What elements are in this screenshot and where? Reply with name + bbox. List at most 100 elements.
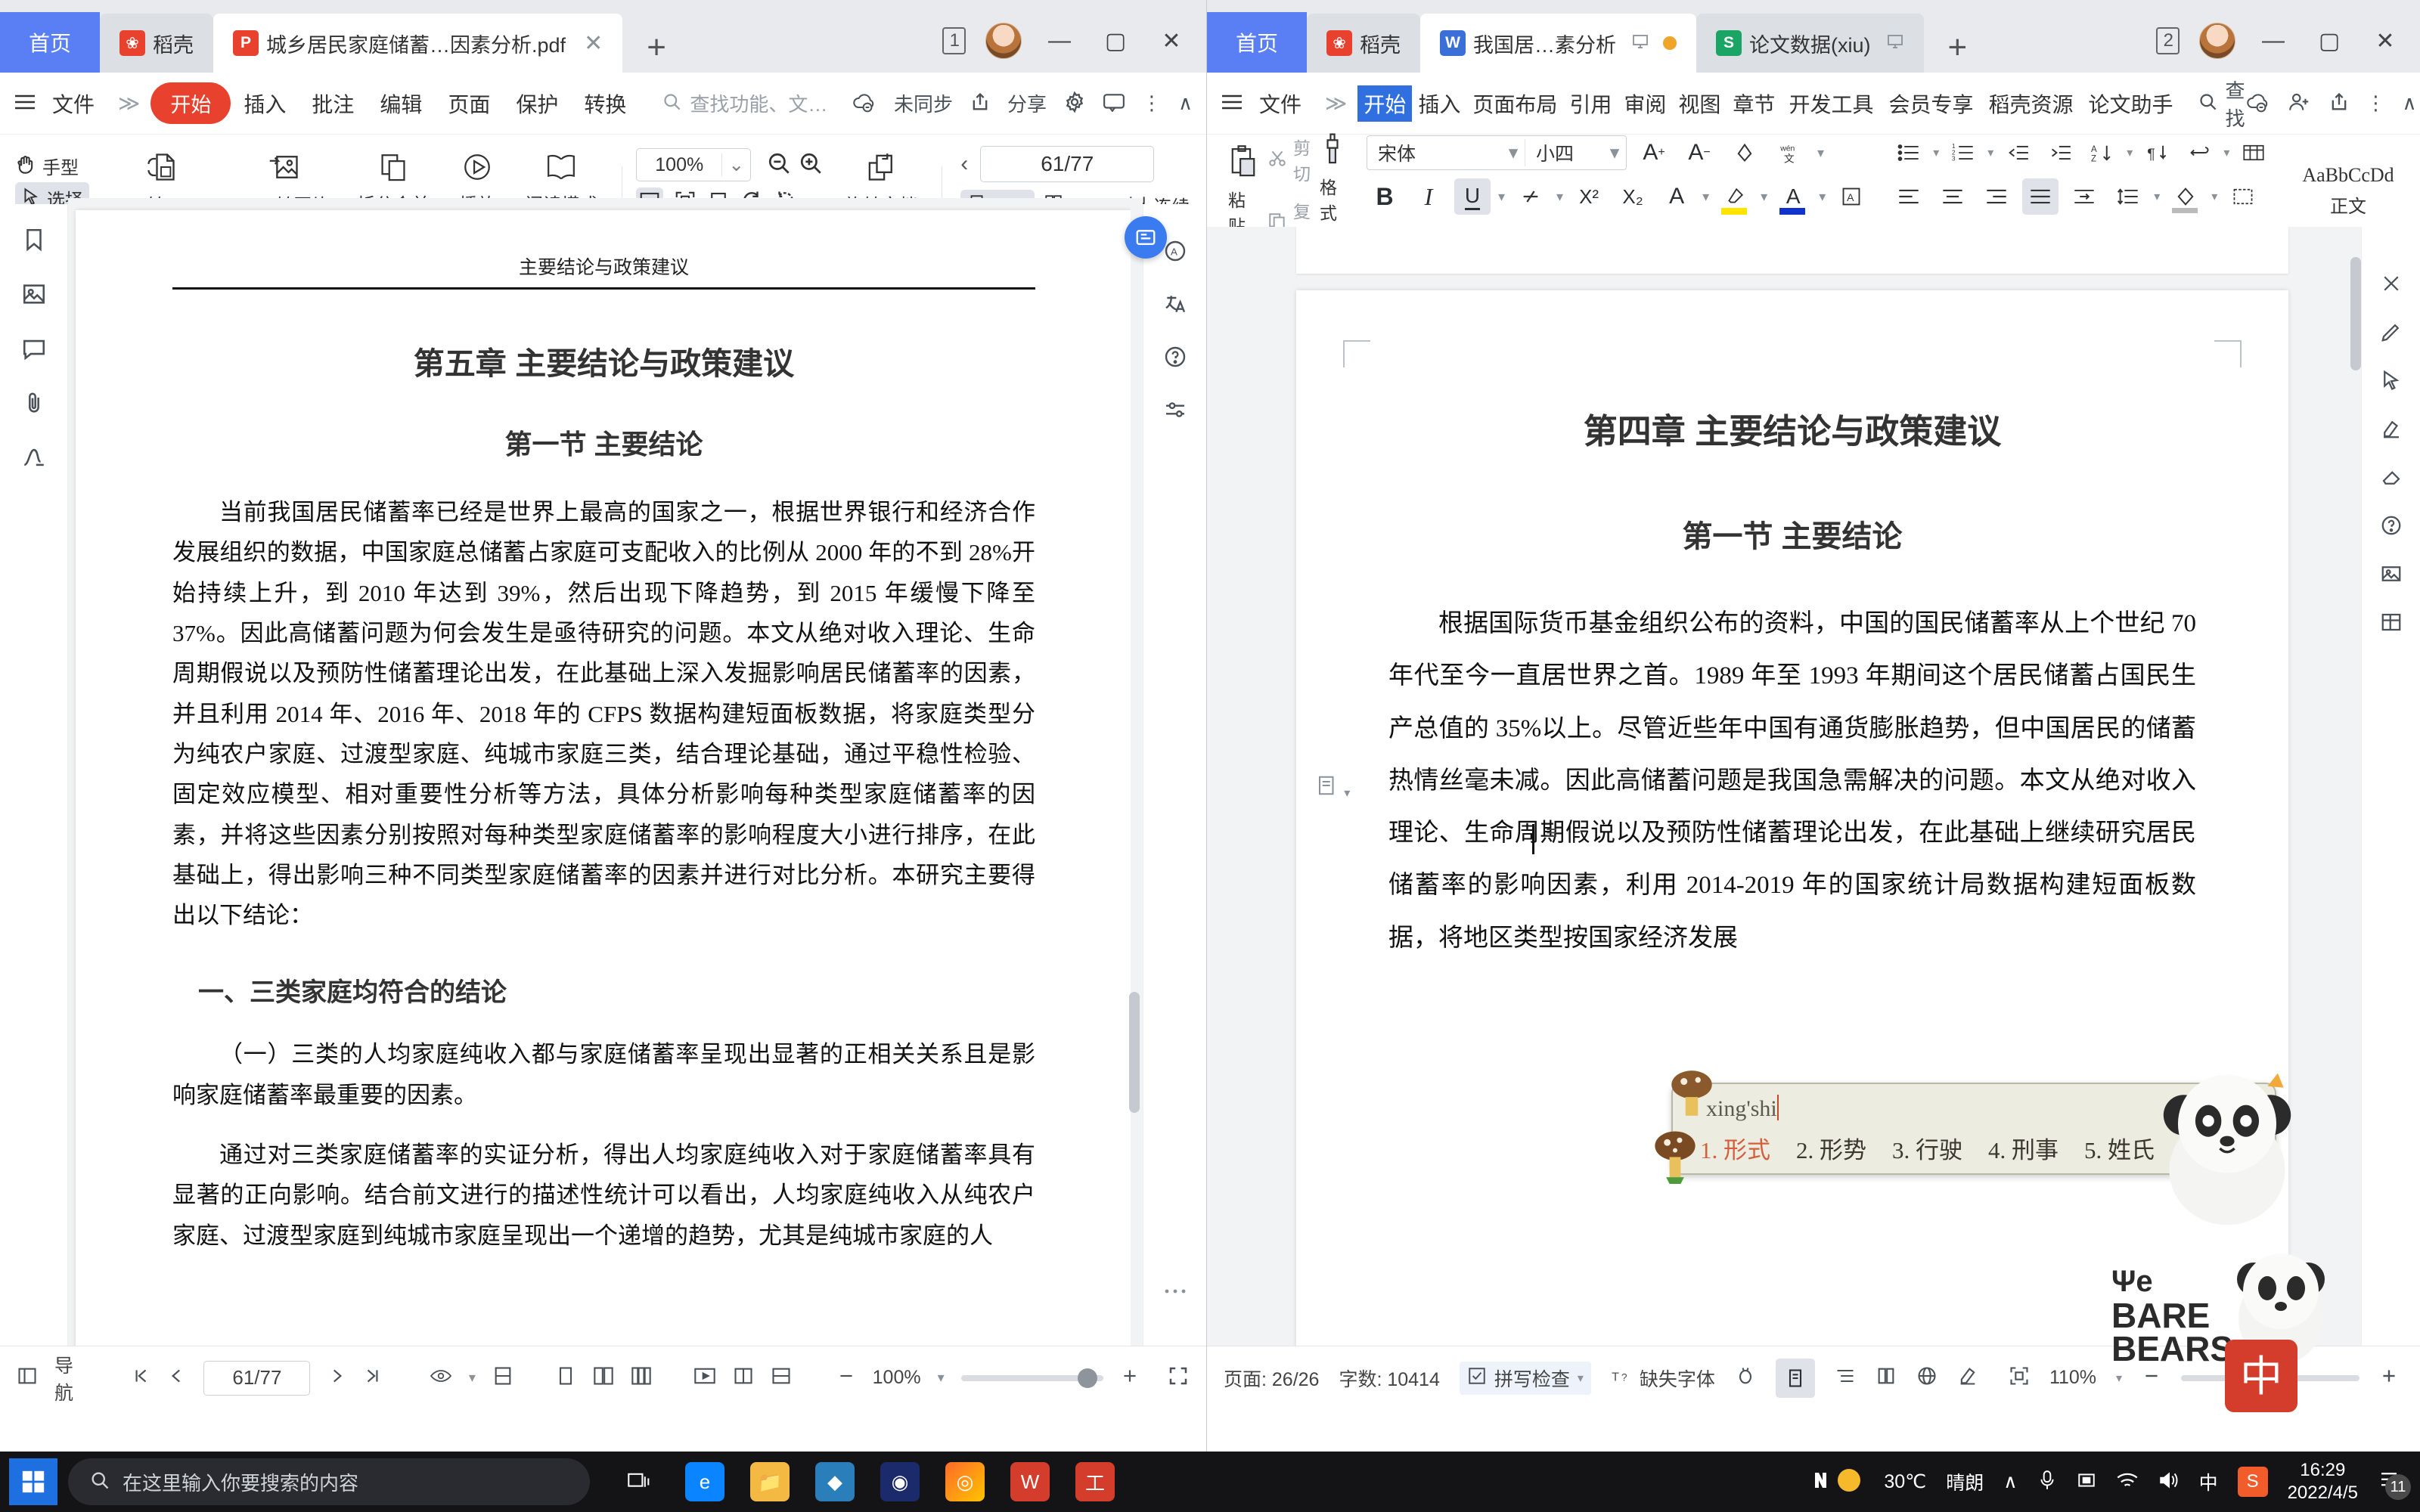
page-layout-grid-icon[interactable] (631, 1365, 652, 1390)
pdf-menu-protect[interactable]: 保护 (503, 88, 571, 119)
attachment-icon[interactable] (21, 390, 47, 419)
word-missing-font[interactable]: T? 缺失字体 (1611, 1365, 1715, 1392)
pdf-zoom-slider-knob[interactable] (1077, 1368, 1097, 1388)
word-menu-dev-tools[interactable]: 开发工具 (1781, 88, 1881, 119)
word-menu-thesis-helper[interactable]: 论文助手 (2080, 88, 2180, 119)
zoom-out-status-icon[interactable] (836, 1366, 856, 1390)
bold-button[interactable]: B (1367, 178, 1403, 215)
highlighter-icon[interactable] (2380, 417, 2403, 443)
blue-app-icon[interactable]: ◆ (815, 1462, 855, 1501)
pdf-menu-convert[interactable]: 转换 (571, 88, 639, 119)
next-page-status-icon[interactable] (327, 1366, 346, 1390)
bookmark-icon[interactable] (21, 227, 47, 256)
wps-work-taskbar-icon[interactable]: 工 (1075, 1462, 1115, 1501)
superscript-button[interactable]: X² (1571, 178, 1607, 215)
pdf-search-box[interactable]: 查找功能、文… (639, 89, 827, 117)
print-layout-view-icon[interactable] (1775, 1358, 1815, 1398)
help-icon[interactable] (2380, 514, 2403, 540)
page-layout-double-icon[interactable] (593, 1365, 614, 1390)
pdf-floating-tool-button[interactable] (1125, 216, 1167, 259)
ime-candidate-2[interactable]: 2. 形势 (1796, 1131, 1866, 1165)
share-icon[interactable] (2328, 91, 2350, 116)
pdf-minimize-button[interactable]: — (1041, 28, 1078, 54)
align-left-icon[interactable] (1891, 178, 1927, 215)
pdf-menu-expand-icon[interactable]: ≫ (107, 91, 150, 116)
word-tab-docer[interactable]: ❀ 稻壳 (1307, 14, 1421, 73)
word-menu-view[interactable]: 视图 (1672, 88, 1727, 119)
word-tab-home[interactable]: 首页 (1207, 12, 1308, 73)
task-view-icon[interactable] (620, 1462, 659, 1501)
align-justify-icon[interactable] (2022, 178, 2059, 215)
pdf-scrollbar-track[interactable] (1129, 198, 1141, 1346)
pdf-share-label[interactable]: 分享 (1007, 89, 1047, 117)
change-case-icon[interactable]: A (1658, 178, 1695, 215)
notification-center-icon[interactable]: 11 (2378, 1469, 2411, 1500)
word-tab-excel[interactable]: S 论文数据(xiu) (1696, 14, 1924, 73)
word-minimize-button[interactable]: — (2255, 28, 2291, 54)
strikethrough-button[interactable] (1512, 178, 1549, 215)
word-spellcheck-toggle[interactable]: 拼写检查 ▾ (1459, 1361, 1591, 1395)
table-tool-icon[interactable] (2380, 611, 2403, 637)
pdf-page-input[interactable]: 61/77 (980, 146, 1155, 182)
align-center-icon[interactable] (1934, 178, 1971, 215)
eraser-icon[interactable] (2380, 466, 2403, 491)
taskbar-search-box[interactable]: 在这里输入你要搜索的内容 (68, 1458, 590, 1505)
pdf-sync-status[interactable]: 未同步 (894, 89, 953, 117)
font-name-select[interactable]: 宋体 ▾ 小四 ▾ (1367, 135, 1627, 170)
sort-icon[interactable]: AZ (2084, 135, 2121, 171)
help-icon[interactable] (1163, 345, 1187, 372)
more-dots-icon[interactable] (1163, 1281, 1187, 1300)
gear-icon[interactable] (1063, 91, 1086, 116)
ime-candidate-3[interactable]: 3. 行驶 (1892, 1131, 1962, 1165)
pdf-status-zoom-value[interactable]: 100% (873, 1367, 921, 1389)
monitor-icon[interactable] (1624, 33, 1649, 54)
word-menu-insert[interactable]: 插入 (1412, 88, 1466, 119)
pdf-menu-comment[interactable]: 批注 (299, 88, 367, 119)
zoom-in-status-icon[interactable] (1120, 1366, 1140, 1390)
navy-app-icon[interactable]: ◉ (880, 1462, 920, 1501)
word-menu-collapse-icon[interactable]: ∧ (2403, 91, 2417, 115)
word-menu-section[interactable]: 章节 (1727, 88, 1781, 119)
pdf-canvas-area[interactable]: 主要结论与政策建议 第五章 主要结论与政策建议 第一节 主要结论 当前我国居民储… (68, 198, 1143, 1346)
underline-button[interactable]: U (1454, 178, 1491, 215)
distribute-icon[interactable] (2066, 178, 2102, 215)
chevron-down-icon[interactable]: ⌄ (721, 153, 750, 176)
pdf-menu-more-icon[interactable]: ⋮ (1142, 91, 1162, 115)
zoom-in-status-icon[interactable] (2379, 1366, 2399, 1390)
subscript-button[interactable]: X₂ (1615, 178, 1651, 215)
word-menu-vip[interactable]: 会员专享 (1881, 88, 1981, 119)
pdf-menu-page[interactable]: 页面 (435, 88, 503, 119)
zoom-out-icon[interactable] (757, 150, 792, 180)
chevron-down-icon[interactable]: ▾ (1578, 1371, 1584, 1386)
menu-hamburger-icon[interactable] (1221, 92, 1246, 115)
pdf-tool-hand[interactable]: 手型 (15, 153, 89, 179)
chevron-down-icon[interactable]: ▾ (1933, 145, 1939, 160)
file-explorer-icon[interactable]: 📁 (750, 1462, 790, 1501)
nav-panel-icon[interactable] (17, 1365, 38, 1390)
chevron-down-icon[interactable]: ▾ (938, 1370, 945, 1386)
first-page-icon[interactable] (131, 1366, 150, 1390)
select-tool-icon[interactable] (2380, 369, 2403, 395)
word-menu-review[interactable]: 审阅 (1618, 88, 1672, 119)
word-scrollbar-track[interactable] (2350, 227, 2361, 1346)
fit-page-status-icon[interactable] (2009, 1365, 2030, 1390)
zoom-in-icon[interactable] (798, 150, 824, 180)
align-right-icon[interactable] (1978, 178, 2015, 215)
decrease-indent-icon[interactable] (2000, 135, 2036, 171)
italic-button[interactable]: I (1410, 178, 1447, 215)
chevron-down-icon[interactable]: ▾ (1502, 141, 1525, 164)
word-menu-start[interactable]: 开始 (1357, 85, 1413, 122)
settings-sliders-icon[interactable] (1163, 398, 1187, 425)
thumbnail-icon[interactable] (21, 281, 47, 310)
word-window-badge[interactable]: 2 (2155, 27, 2180, 54)
sogou-ime-icon[interactable]: S (2237, 1467, 2268, 1497)
outline-view-icon[interactable] (1835, 1365, 1856, 1390)
focus-mode-icon[interactable] (1735, 1365, 1756, 1390)
word-search-box[interactable]: 查找 (2181, 76, 2245, 132)
word-scrollbar-thumb[interactable] (2350, 257, 2361, 370)
pdf-close-button[interactable]: ✕ (1153, 28, 1190, 54)
ocr-text-icon[interactable]: A (1163, 239, 1187, 266)
prev-page-icon[interactable]: ‹ (960, 153, 968, 175)
word-menu-docer-resource[interactable]: 稻壳资源 (1981, 88, 2080, 119)
show-marks-icon[interactable]: ¶ (2139, 135, 2175, 171)
